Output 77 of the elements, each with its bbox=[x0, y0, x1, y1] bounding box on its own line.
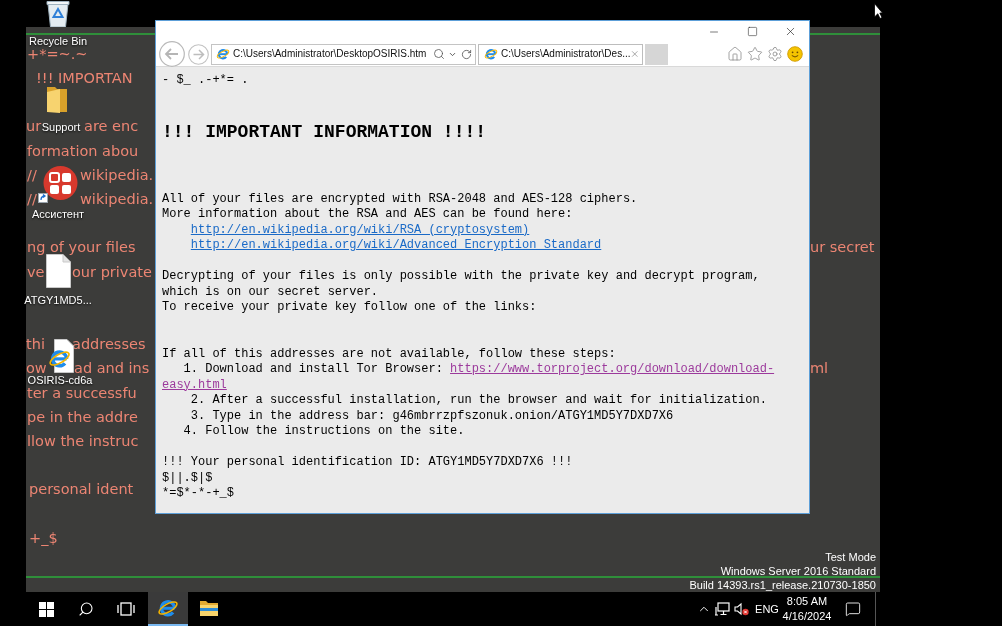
wallpaper-text: ow bbox=[26, 361, 47, 376]
step-text: 2. After a successful installation, run the browser and wait for initialization. bbox=[190, 393, 767, 409]
recycle-bin-icon[interactable] bbox=[44, 0, 72, 27]
language-indicator[interactable]: ENG bbox=[751, 602, 783, 616]
wikipedia-link[interactable]: http://en.wikipedia.org/wiki/Advanced_Encryption_Standard bbox=[190, 238, 602, 254]
maximize-icon[interactable] bbox=[746, 26, 758, 37]
wallpaper-text: ter a successfu bbox=[27, 385, 137, 401]
refresh-icon[interactable] bbox=[461, 48, 472, 60]
wikipedia-link[interactable]: http://en.wikipedia.org/wiki/RSA_(cryptosystem) bbox=[190, 222, 530, 238]
web-page-file-icon[interactable] bbox=[48, 339, 74, 373]
wallpaper-text: // bbox=[27, 167, 37, 183]
browser-e-logo-icon[interactable] bbox=[157, 597, 179, 619]
favorites-star-icon[interactable] bbox=[747, 46, 763, 62]
wallpaper-text: // bbox=[27, 191, 37, 207]
wallpaper-text: formation abou bbox=[27, 143, 139, 159]
folder-icon[interactable] bbox=[46, 86, 68, 113]
folder-icon[interactable] bbox=[199, 599, 219, 617]
muted-speaker-icon[interactable] bbox=[734, 602, 749, 616]
system-watermark-text: Test Mode bbox=[825, 550, 876, 564]
wallpaper-text: thi bbox=[26, 337, 45, 352]
download-link[interactable]: easy.html bbox=[162, 377, 227, 393]
task-view-icon[interactable] bbox=[117, 602, 135, 616]
wallpaper-text: wikipedia. bbox=[80, 191, 154, 207]
desktop-icon-label[interactable]: Recycle Bin bbox=[28, 35, 88, 47]
browser-e-logo-icon bbox=[216, 47, 230, 61]
tab-title[interactable]: C:\Users\Administrator\Des... bbox=[501, 48, 631, 60]
wallpaper-text: ve bbox=[27, 264, 45, 280]
windows-logo-icon[interactable] bbox=[38, 601, 54, 617]
note-line: All of your files are encrypted with RSA-2048 and AES-128 ciphers. bbox=[162, 191, 638, 207]
wallpaper-text: ml bbox=[810, 361, 829, 376]
download-link[interactable]: https://www.torproject.org/download/download- bbox=[450, 362, 775, 378]
wallpaper-text: are enc bbox=[84, 119, 139, 134]
app-shortcut-icon[interactable] bbox=[38, 166, 79, 203]
system-watermark-text: Build 14393.rs1_release.210730-1850 bbox=[689, 578, 876, 592]
step-text: 3. Type in the address bar: g46mbrrzpfszonuk.onion/ATGY1MD5Y7DXD7X6 bbox=[190, 408, 674, 424]
browser-e-logo-icon bbox=[484, 47, 498, 61]
wallpaper-text: addresses bbox=[72, 337, 146, 352]
note-line: More information about the RSA and AES can be found here: bbox=[162, 207, 573, 223]
wallpaper-text: ad and ins bbox=[74, 361, 150, 376]
wallpaper-text: +*=~.~ bbox=[27, 46, 88, 62]
wallpaper-text: !!! IMPORTAN bbox=[36, 70, 133, 86]
wallpaper-text: llow the instruc bbox=[27, 433, 139, 449]
wallpaper-text: ur secret bbox=[810, 240, 875, 255]
desktop-icon-label[interactable]: Support bbox=[41, 121, 81, 133]
note-line: which is on our secret server. bbox=[162, 284, 379, 300]
note-line: $||.$|$ bbox=[162, 470, 213, 486]
system-watermark-text: Windows Server 2016 Standard bbox=[720, 564, 876, 578]
step-text: 4. Follow the instructions on the site. bbox=[183, 424, 465, 440]
wallpaper-text: pe in the addre bbox=[27, 409, 138, 425]
note-line: Decrypting of your files is only possible with the private key and decrypt program, bbox=[162, 269, 760, 285]
note-line: !!! Your personal identification ID: ATGY1MD5Y7DXD7X6 !!! bbox=[162, 455, 573, 471]
note-heading: !!! IMPORTANT INFORMATION !!!! bbox=[162, 120, 487, 143]
wallpaper-text: our private bbox=[72, 264, 152, 280]
wallpaper-text: ur bbox=[26, 119, 42, 134]
search-icon[interactable] bbox=[78, 601, 94, 617]
notifications-icon[interactable] bbox=[845, 601, 861, 617]
wallpaper-text: ng of your files bbox=[27, 240, 136, 255]
clock-date[interactable]: 4/16/2024 bbox=[782, 609, 832, 624]
step-text: 1. Download and install Tor Browser: bbox=[183, 362, 443, 378]
desktop-icon-label[interactable]: Ассистент bbox=[31, 208, 85, 220]
note-line: - $_ .-+*= . bbox=[162, 73, 249, 89]
wallpaper-text: wikipedia. bbox=[80, 167, 154, 183]
note-line: To receive your private key follow one of the links: bbox=[162, 300, 537, 316]
network-icon[interactable] bbox=[715, 602, 730, 616]
file-icon[interactable] bbox=[46, 254, 71, 288]
smiley-face-icon[interactable] bbox=[787, 46, 803, 62]
browser-tab[interactable]: C:\Users\Administrator\Des... bbox=[478, 43, 643, 65]
mouse-pointer-icon bbox=[874, 3, 883, 19]
address-bar[interactable]: C:\Users\Administrator\DesktopOSIRIS.htm bbox=[211, 43, 476, 65]
desktop-icon-label[interactable]: ATGY1MD5... bbox=[24, 294, 92, 306]
wallpaper-text: personal ident bbox=[29, 482, 134, 497]
note-line: *=$*-*-+_$ bbox=[162, 486, 234, 502]
clock-time[interactable]: 8:05 AM bbox=[786, 594, 828, 609]
note-line: If all of this addresses are not available, follow these steps: bbox=[162, 346, 616, 362]
wallpaper-text: +_$ bbox=[29, 530, 58, 546]
desktop-icon-label[interactable]: OSIRIS-cd6a bbox=[27, 374, 93, 386]
address-text[interactable]: C:\Users\Administrator\DesktopOSIRIS.htm bbox=[233, 48, 427, 60]
